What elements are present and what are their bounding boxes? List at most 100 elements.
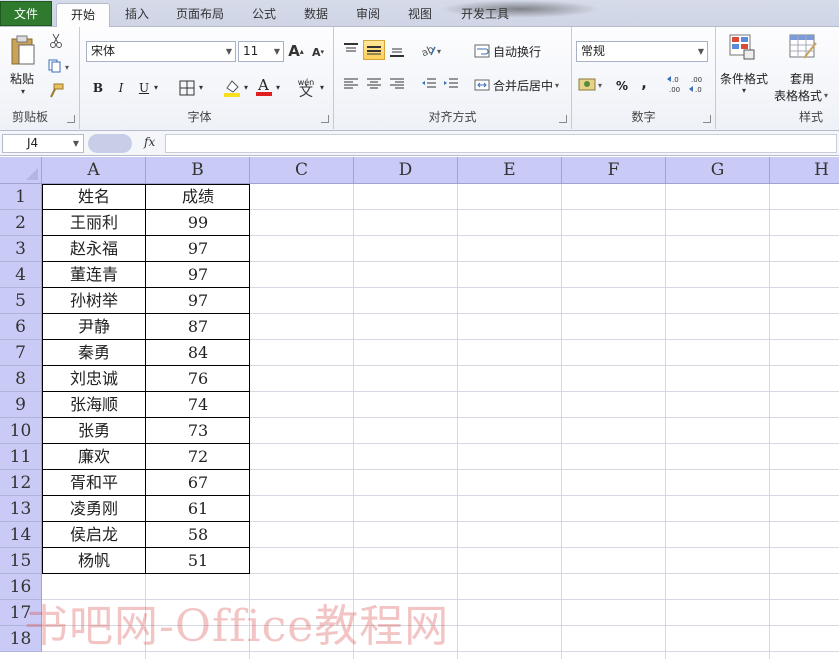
cell-a11[interactable]: 廉欢 xyxy=(42,444,146,470)
worksheet-grid[interactable]: A B C D E F G H 1 2 3 4 5 6 7 8 9 10 11 12 13 14 15 16 17 18 姓名 成绩王… xyxy=(0,157,839,659)
borders-icon[interactable] xyxy=(178,79,196,97)
phonetic-dropdown-icon[interactable]: ▾ xyxy=(318,82,326,92)
column-header-d[interactable]: D xyxy=(354,157,458,184)
cell-a4[interactable]: 董连青 xyxy=(42,262,146,288)
tab-formulas[interactable]: 公式 xyxy=(248,6,280,26)
merge-dropdown-icon[interactable]: ▾ xyxy=(555,81,559,90)
row-header-2[interactable]: 2 xyxy=(0,210,42,236)
cell-b13[interactable]: 61 xyxy=(146,496,250,522)
tab-data[interactable]: 数据 xyxy=(300,6,332,26)
merge-center-button[interactable]: 合并后居中 ▾ xyxy=(474,74,559,96)
font-size-combo[interactable]: 11 ▼ xyxy=(238,41,284,62)
column-header-c[interactable]: C xyxy=(250,157,354,184)
cell-a6[interactable]: 尹静 xyxy=(42,314,146,340)
row-header-3[interactable]: 3 xyxy=(0,236,42,262)
tab-review[interactable]: 审阅 xyxy=(352,6,384,26)
column-header-f[interactable]: F xyxy=(562,157,666,184)
shrink-font-icon[interactable]: A ▾ xyxy=(310,44,326,60)
font-name-combo[interactable]: 宋体 ▼ xyxy=(86,41,236,62)
cell-b3[interactable]: 97 xyxy=(146,236,250,262)
clipboard-launcher-icon[interactable] xyxy=(67,115,75,123)
format-as-table-button[interactable]: 表格格式 ▾ xyxy=(774,84,828,106)
row-header-9[interactable]: 9 xyxy=(0,392,42,418)
cell-a8[interactable]: 刘忠诚 xyxy=(42,366,146,392)
italic-button[interactable]: I xyxy=(113,77,129,99)
cell-a9[interactable]: 张海顺 xyxy=(42,392,146,418)
cell-b15[interactable]: 51 xyxy=(146,548,250,574)
cell-b1[interactable]: 成绩 xyxy=(146,184,250,210)
row-header-8[interactable]: 8 xyxy=(0,366,42,392)
cell-a14[interactable]: 侯启龙 xyxy=(42,522,146,548)
tab-file[interactable]: 文件 xyxy=(0,1,52,26)
decrease-decimal-icon[interactable]: .00.0 xyxy=(688,73,708,95)
formula-input[interactable] xyxy=(165,134,837,153)
row-header-6[interactable]: 6 xyxy=(0,314,42,340)
cell-b5[interactable]: 97 xyxy=(146,288,250,314)
row-header-13[interactable]: 13 xyxy=(0,496,42,522)
tab-developer[interactable]: 开发工具 xyxy=(456,6,514,26)
font-launcher-icon[interactable] xyxy=(321,115,329,123)
alignment-launcher-icon[interactable] xyxy=(559,115,567,123)
orientation-icon[interactable]: ab ▾ xyxy=(420,41,444,59)
borders-dropdown-icon[interactable]: ▾ xyxy=(197,82,205,92)
row-header-4[interactable]: 4 xyxy=(0,262,42,288)
decrease-indent-icon[interactable] xyxy=(420,75,438,93)
align-left-icon[interactable] xyxy=(342,75,360,93)
cell-a13[interactable]: 凌勇刚 xyxy=(42,496,146,522)
cell-b10[interactable]: 73 xyxy=(146,418,250,444)
increase-indent-icon[interactable] xyxy=(442,75,460,93)
number-launcher-icon[interactable] xyxy=(703,115,711,123)
cell-a12[interactable]: 胥和平 xyxy=(42,470,146,496)
accounting-format-icon[interactable]: ▾ xyxy=(578,75,606,95)
cell-a3[interactable]: 赵永福 xyxy=(42,236,146,262)
comma-button[interactable]: , xyxy=(638,73,650,95)
paste-icon[interactable] xyxy=(8,33,38,67)
copy-icon[interactable]: ▾ xyxy=(46,58,74,74)
align-center-icon[interactable] xyxy=(365,75,383,93)
align-top-icon[interactable] xyxy=(342,41,360,59)
column-header-h[interactable]: H xyxy=(770,157,839,184)
align-middle-icon[interactable] xyxy=(363,40,385,60)
cell-b2[interactable]: 99 xyxy=(146,210,250,236)
row-header-11[interactable]: 11 xyxy=(0,444,42,470)
percent-button[interactable]: % xyxy=(614,75,630,97)
row-header-15[interactable]: 15 xyxy=(0,548,42,574)
conditional-dropdown-icon[interactable]: ▾ xyxy=(740,85,748,95)
fill-color-icon[interactable] xyxy=(222,77,242,99)
tab-page-layout[interactable]: 页面布局 xyxy=(172,6,228,26)
bold-button[interactable]: B xyxy=(90,77,106,99)
row-header-7[interactable]: 7 xyxy=(0,340,42,366)
insert-function-icon[interactable]: fx xyxy=(144,135,155,149)
cell-a10[interactable]: 张勇 xyxy=(42,418,146,444)
row-header-12[interactable]: 12 xyxy=(0,470,42,496)
format-painter-icon[interactable] xyxy=(48,83,64,99)
cell-b11[interactable]: 72 xyxy=(146,444,250,470)
underline-button[interactable]: U xyxy=(136,77,152,99)
cut-icon[interactable] xyxy=(48,33,64,49)
conditional-format-icon[interactable] xyxy=(728,33,756,61)
tab-view[interactable]: 视图 xyxy=(404,6,436,26)
number-format-combo[interactable]: 常规 ▼ xyxy=(576,41,708,62)
cell-b6[interactable]: 87 xyxy=(146,314,250,340)
cell-b8[interactable]: 76 xyxy=(146,366,250,392)
wrap-text-button[interactable]: 自动换行 xyxy=(474,40,541,62)
cell-a2[interactable]: 王丽利 xyxy=(42,210,146,236)
grow-font-icon[interactable]: A ▴ xyxy=(288,42,304,60)
cell-a7[interactable]: 秦勇 xyxy=(42,340,146,366)
row-header-1[interactable]: 1 xyxy=(0,184,42,210)
cell-a15[interactable]: 杨帆 xyxy=(42,548,146,574)
cell-a1[interactable]: 姓名 xyxy=(42,184,146,210)
format-as-table-icon[interactable] xyxy=(788,33,818,61)
align-right-icon[interactable] xyxy=(388,75,406,93)
cell-b12[interactable]: 67 xyxy=(146,470,250,496)
fill-color-dropdown-icon[interactable]: ▾ xyxy=(242,82,250,92)
font-color-dropdown-icon[interactable]: ▾ xyxy=(274,82,282,92)
align-bottom-icon[interactable] xyxy=(388,41,406,59)
cell-b14[interactable]: 58 xyxy=(146,522,250,548)
cell-b9[interactable]: 74 xyxy=(146,392,250,418)
column-header-b[interactable]: B xyxy=(146,157,250,184)
column-header-g[interactable]: G xyxy=(666,157,770,184)
underline-dropdown-icon[interactable]: ▾ xyxy=(152,82,160,92)
name-box[interactable]: J4 ▼ xyxy=(2,134,84,153)
cell-a5[interactable]: 孙树举 xyxy=(42,288,146,314)
